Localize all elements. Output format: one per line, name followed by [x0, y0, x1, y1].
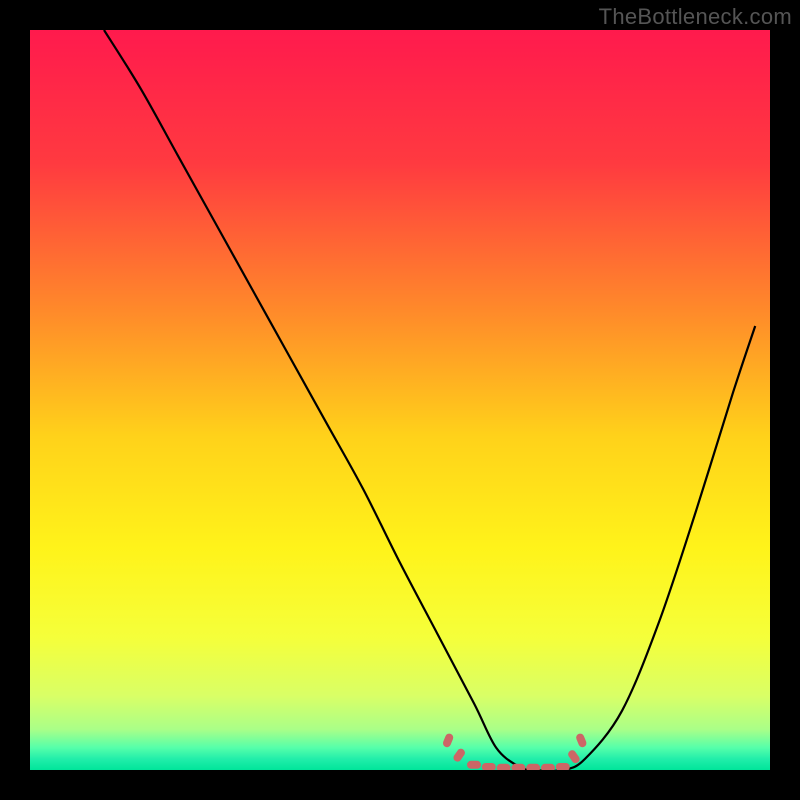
- plateau-marker: [497, 764, 511, 770]
- curve-line: [104, 30, 755, 770]
- plateau-marker: [541, 764, 555, 770]
- plateau-marker: [452, 747, 467, 763]
- plateau-marker: [482, 763, 496, 770]
- plateau-marker: [442, 732, 455, 748]
- chart-frame: TheBottleneck.com: [0, 0, 800, 800]
- plot-area: [30, 30, 770, 770]
- watermark-text: TheBottleneck.com: [599, 4, 792, 30]
- plateau-marker: [511, 764, 525, 770]
- plateau-marker: [567, 749, 582, 765]
- plateau-marker: [556, 763, 570, 770]
- plateau-marker: [526, 764, 540, 770]
- plateau-marker: [467, 761, 481, 769]
- bottleneck-curve: [30, 30, 770, 770]
- plateau-marker: [575, 732, 588, 748]
- optimal-range-markers: [442, 732, 588, 770]
